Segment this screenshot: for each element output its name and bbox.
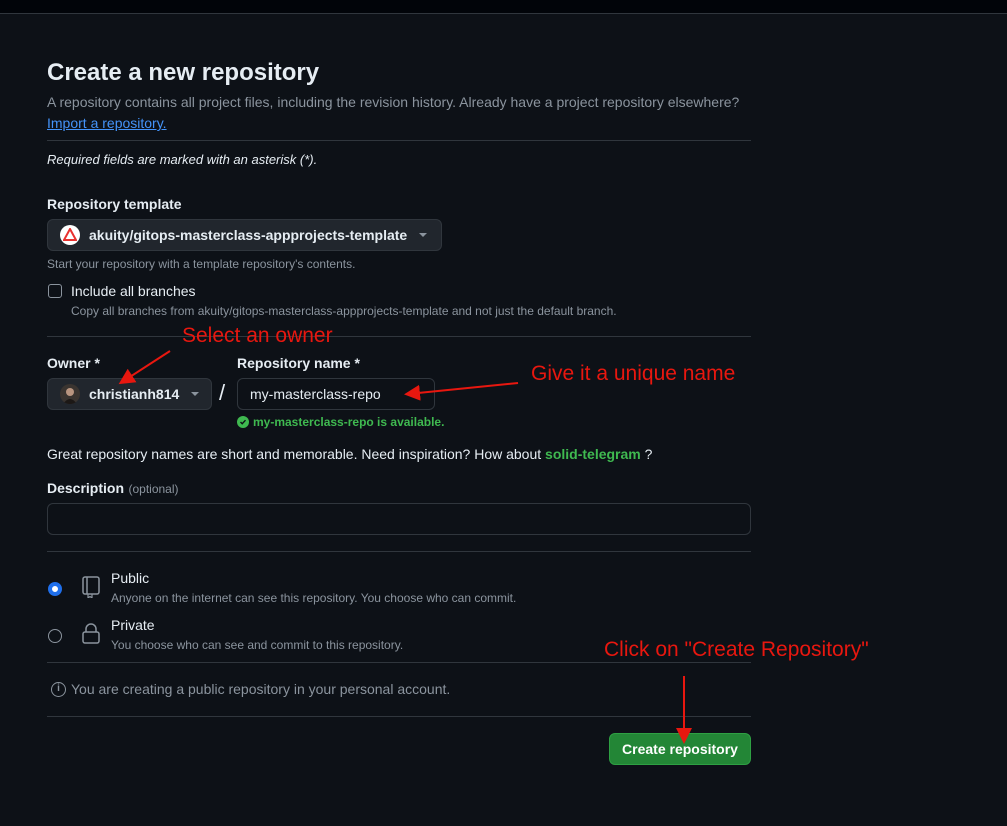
arrow-to-owner — [118, 350, 171, 385]
arrow-to-repo-name — [404, 382, 519, 401]
annotation-arrows — [118, 350, 692, 744]
